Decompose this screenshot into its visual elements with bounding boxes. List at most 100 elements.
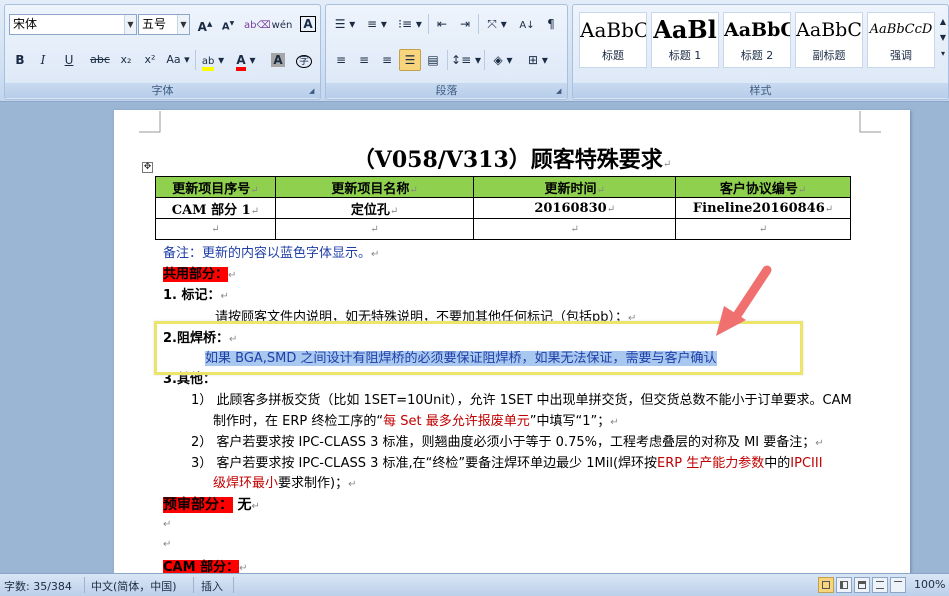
list-item: 制作时，在 ERP 终检工序的“每 Set 最多允许报废单元”中填写“1”；↵ [213,414,619,429]
borders-button[interactable]: ⊞ ▾ [522,49,554,71]
char-border-icon: A [300,16,316,32]
enclose-char-button[interactable]: 字 [293,49,315,71]
bullet-list-icon: ☰ [334,17,346,31]
style-title[interactable]: AaBbC 标题 [579,12,647,68]
reading-icon [840,581,848,589]
table-cell[interactable]: ↵ [473,218,677,240]
web-layout-view-button[interactable] [854,577,870,593]
increase-indent-button[interactable]: ⇥ [454,13,476,35]
subscript-button[interactable]: x₂ [115,49,137,71]
word-count[interactable]: 字数: 35/384 [4,578,72,594]
separator [195,50,196,70]
list-item: 1） 此顾客多拼板交货（比如 1SET=10Unit），允许 1SET 中出现单… [191,393,852,408]
table-cell[interactable]: 定位孔↵ [274,197,475,219]
separator [84,577,85,593]
outline-icon [876,581,884,589]
table-cell[interactable]: 20160830↵ [473,197,677,219]
style-heading-1[interactable]: AaBl 标题 1 [651,12,719,68]
paragraph-group: ☰ ▾ ≡ ▾ ⁝≡ ▾ ⇤ ⇥ ⤧ ▾ A↓ ¶ ≡ ≡ ≡ ☰ ▤ ↕≡ ▾… [325,4,568,100]
table-cell[interactable]: Fineline20160846↵ [675,197,851,219]
font-color-button[interactable]: A ▾ [231,49,261,71]
paint-bucket-icon: ◈ [493,53,503,67]
phonetic-guide-icon: wén [271,20,293,31]
show-marks-button[interactable]: ¶ [540,13,562,35]
list-item: 3） 客户若要求按 IPC-CLASS 3 标准,在“终检”要备注焊环单边最少 … [191,456,823,471]
clear-format-button[interactable]: ab⌫ [243,13,271,35]
font-group-label: 字体 [5,83,320,98]
change-case-button[interactable]: Aa ▾ [163,49,193,71]
insert-mode-indicator[interactable]: 插入 [201,578,223,594]
document-area[interactable]: ✥ （V058/V313）顾客特殊要求↵ 更新项目序号↵ 更新项目名称↵ 更新时… [0,102,949,573]
crop-mark-top-right [859,111,881,133]
table-cell[interactable]: ↵ [675,218,851,240]
align-left-button[interactable]: ≡ [330,49,352,71]
chinese-layout-button[interactable]: ⤧ ▾ [481,13,513,35]
table-header-cell[interactable]: 更新项目序号↵ [155,176,276,198]
style-heading-2[interactable]: AaBbC 标题 2 [723,12,791,68]
note-line: 备注：更新的内容以蓝色字体显示。↵ [163,246,380,261]
highlighter-icon: ab [201,56,215,71]
list-item: 2） 客户若要求按 IPC-CLASS 3 标准，则翘曲度必须小于等于 0.75… [191,435,824,450]
sort-icon: A↓ [519,20,535,31]
font-size-combo[interactable]: 五号 ▼ [138,14,190,35]
align-center-icon: ≡ [358,53,370,67]
shading-button[interactable]: ◈ ▾ [487,49,519,71]
eraser-icon: ab⌫ [244,20,271,31]
sort-button[interactable]: A↓ [516,13,538,35]
char-shading-button[interactable]: A [267,49,289,71]
cam-heading: CAM 部分：↵ [163,560,248,573]
table-cell[interactable]: CAM 部分 1↵ [155,197,276,219]
italic-button[interactable]: I [32,49,54,71]
marking-heading: 1. 标记：↵ [163,288,229,303]
language-indicator[interactable]: 中文(简体，中国) [91,578,177,594]
bold-button[interactable]: B [9,49,31,71]
print-layout-view-button[interactable] [818,577,834,593]
align-right-icon: ≡ [381,53,393,67]
bullets-button[interactable]: ☰ ▾ [330,13,360,35]
draft-view-button[interactable] [890,577,906,593]
chevron-down-icon[interactable]: ▼ [177,15,189,34]
font-name-combo[interactable]: 宋体 ▼ [9,14,137,35]
highlight-button[interactable]: ab ▾ [198,49,228,71]
shrink-font-button[interactable]: A▼ [217,13,239,35]
multilevel-list-button[interactable]: ⁝≡ ▾ [394,13,426,35]
underline-button[interactable]: U [55,49,83,71]
chevron-down-icon[interactable]: ▼ [124,15,136,34]
justify-button[interactable]: ☰ [399,49,421,71]
separator [428,14,429,34]
style-emphasis[interactable]: AaBbCcD 强调 [867,12,935,68]
list-item: 级焊环最小要求制作)；↵ [213,476,357,491]
zoom-level[interactable]: 100% [914,578,945,591]
dialog-launcher-icon[interactable]: ◢ [556,87,565,96]
decrease-indent-button[interactable]: ⇤ [431,13,453,35]
empty-paragraph: ↵ [163,539,172,550]
styles-group: AaBbC 标题 AaBl 标题 1 AaBbC 标题 2 AaBbC 副标题 … [572,4,949,100]
requirements-table: 更新项目序号↵ 更新项目名称↵ 更新时间↵ 客户协议编号↵ CAM 部分 1↵ … [155,176,851,240]
callout-box [154,321,803,375]
separator [193,577,194,593]
superscript-button[interactable]: x² [139,49,161,71]
gallery-more-button[interactable]: ▲ ▼ ▾ [937,13,949,65]
ribbon: 宋体 ▼ 五号 ▼ A▲ A▼ ab⌫ wén A B I U abc x₂ x… [0,0,949,102]
line-spacing-button[interactable]: ↕≡ ▾ [450,49,482,71]
grow-font-button[interactable]: A▲ [194,13,216,35]
style-subtitle[interactable]: AaBbC 副标题 [795,12,863,68]
preaudit-heading: 预审部分： 无↵ [163,497,260,513]
table-header-cell[interactable]: 更新时间↵ [473,176,677,198]
table-cell[interactable]: ↵ [155,218,276,240]
distribute-button[interactable]: ▤ [422,49,444,71]
dialog-launcher-icon[interactable]: ◢ [309,87,318,96]
table-row: ↵ ↵ ↵ ↵ [155,218,851,240]
strikethrough-button[interactable]: abc [87,49,113,71]
table-cell[interactable]: ↵ [274,218,475,240]
char-border-button[interactable]: A [297,13,319,35]
outline-view-button[interactable] [872,577,888,593]
numbering-button[interactable]: ≡ ▾ [362,13,392,35]
align-right-button[interactable]: ≡ [376,49,398,71]
phonetic-guide-button[interactable]: wén [270,13,294,35]
separator [233,577,234,593]
full-screen-reading-button[interactable] [836,577,852,593]
table-header-cell[interactable]: 更新项目名称↵ [274,176,475,198]
table-header-cell[interactable]: 客户协议编号↵ [675,176,851,198]
align-center-button[interactable]: ≡ [353,49,375,71]
